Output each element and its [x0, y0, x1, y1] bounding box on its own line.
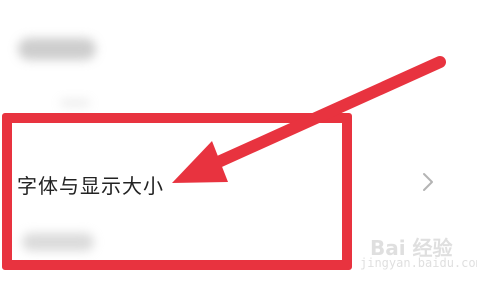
- blurred-divider: [60, 100, 90, 106]
- watermark-url: jingyan.baidu.com: [360, 256, 477, 270]
- highlight-box: [2, 113, 352, 270]
- blurred-setting-item: [18, 38, 96, 60]
- chevron-right-icon[interactable]: [418, 170, 438, 194]
- settings-screen: 字体与显示大小 Bai 经验 jingyan.baidu.com: [0, 0, 477, 288]
- baidu-watermark: Bai 经验 jingyan.baidu.com: [360, 232, 477, 280]
